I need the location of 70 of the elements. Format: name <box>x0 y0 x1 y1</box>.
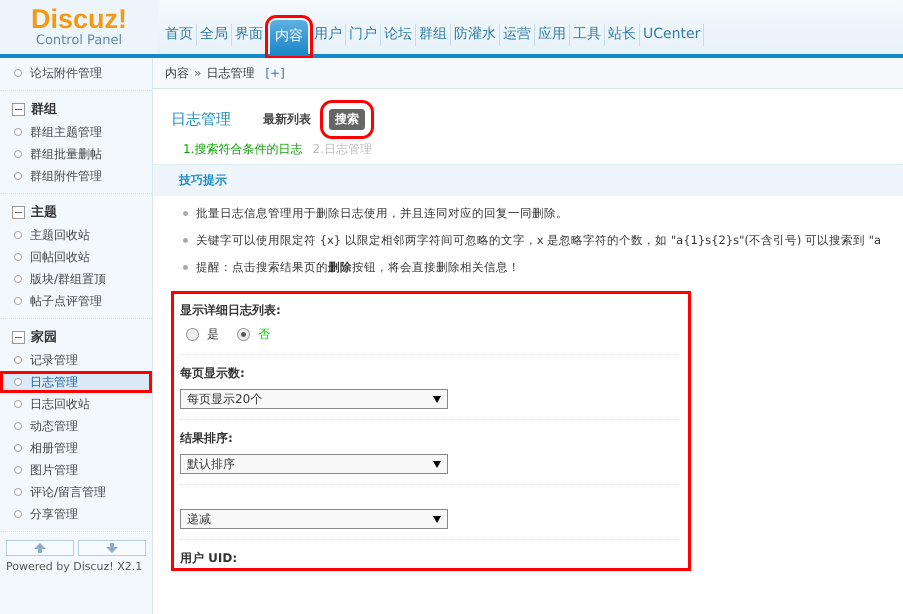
nav-tab[interactable]: 运营 <box>500 24 535 46</box>
sidebar-item[interactable]: 相册管理 <box>0 437 152 459</box>
sidebar-item[interactable]: 评论/留言管理 <box>0 481 152 503</box>
nav-tab[interactable]: 站长 <box>605 24 640 46</box>
field-label: 结果排序: <box>180 430 234 447</box>
radio-button[interactable] <box>186 328 199 341</box>
nav-tab[interactable]: 群组 <box>416 24 451 46</box>
bullet-icon <box>183 238 188 243</box>
nav-tab[interactable]: 门户 <box>346 24 381 46</box>
logo-text: Discuz! <box>30 5 128 33</box>
radio-label: 否 <box>258 326 270 343</box>
dropdown[interactable]: 默认排序 <box>180 454 448 474</box>
tip-text: 批量日志信息管理用于删除日志使用，并且连同对应的回复一同删除。 <box>196 206 568 221</box>
breadcrumb-separator: » <box>194 66 202 80</box>
add-shortcut-link[interactable]: [+] <box>265 66 285 80</box>
collapse-icon[interactable] <box>12 206 25 218</box>
sidebar-item[interactable]: 分享管理 <box>0 503 152 525</box>
sidebar-item[interactable]: 回帖回收站 <box>0 246 152 268</box>
breadcrumb-item: 日志管理 <box>206 64 254 82</box>
sidebar-item[interactable]: 群组批量删帖 <box>0 143 152 165</box>
nav-tab[interactable]: 论坛 <box>381 24 416 46</box>
sidebar-item[interactable]: 论坛附件管理 <box>0 62 152 84</box>
sidebar-group-title: 家园 <box>31 328 57 346</box>
breadcrumb-item[interactable]: 内容 <box>165 64 189 82</box>
sidebar-item[interactable]: 群组主题管理 <box>0 121 152 143</box>
logo-subtitle: Control Panel <box>36 33 122 49</box>
radio-label: 是 <box>207 326 219 343</box>
dropdown[interactable]: 递减 <box>180 509 448 529</box>
nav-tab[interactable]: 界面 <box>232 24 267 46</box>
sidebar-item[interactable]: 日志回收站 <box>0 393 152 415</box>
radio-button[interactable] <box>237 328 250 341</box>
sidebar-item[interactable]: 主题回收站 <box>0 224 152 246</box>
nav-tab[interactable]: 应用 <box>535 24 570 46</box>
page-tab[interactable]: 最新列表 <box>257 108 317 130</box>
nav-tab[interactable]: 防灌水 <box>451 24 500 46</box>
tips-heading: 技巧提示 <box>153 164 903 196</box>
arrow-up-icon <box>34 543 46 553</box>
collapse-icon[interactable] <box>12 102 25 116</box>
nav-tab[interactable]: 工具 <box>570 24 605 46</box>
bullet-icon <box>183 265 188 270</box>
sidebar-group-title: 主题 <box>31 204 57 221</box>
field-label: 每页显示数: <box>180 365 246 382</box>
caret-icon <box>433 516 441 522</box>
nav-tab[interactable]: 用户 <box>311 24 346 46</box>
step-label: 1.搜索符合条件的日志 <box>183 141 302 158</box>
caret-icon <box>433 460 441 468</box>
powered-by-text: Powered by Discuz! X2.1 <box>5 559 144 575</box>
sidebar-item[interactable]: 帖子点评管理 <box>0 290 152 312</box>
arrow-down-icon <box>106 543 118 553</box>
collapse-icon[interactable] <box>12 330 25 344</box>
page-title: 日志管理 <box>171 110 231 128</box>
dropdown[interactable]: 每页显示20个 <box>180 389 448 409</box>
tip-text: 关键字可以使用限定符 {x} 以限定相邻两字符间可忽略的文字，x 是忽略字符的个数，如 "a{1}s{2}s"(不含引号) 可以搜索到 "a <box>196 233 881 248</box>
field-label: 显示详细日志列表: <box>180 302 282 319</box>
sidebar-item[interactable]: 群组附件管理 <box>0 165 152 187</box>
caret-icon <box>433 396 441 402</box>
nav-tab[interactable]: 首页 <box>162 24 197 46</box>
tip-text: 提醒：点击搜索结果页的删除按钮，将会直接删除相关信息！ <box>196 260 520 275</box>
sidebar-item[interactable]: 日志管理 <box>0 371 152 393</box>
sidebar-item[interactable]: 图片管理 <box>0 459 152 481</box>
nav-tab[interactable]: 全局 <box>197 24 232 46</box>
bullet-icon <box>183 211 188 216</box>
field-label: 用户 UID: <box>180 550 238 567</box>
sidebar-group-title: 群组 <box>31 101 57 118</box>
sidebar-item[interactable]: 动态管理 <box>0 415 152 437</box>
sidebar-item[interactable]: 记录管理 <box>0 349 152 371</box>
step-label: 2.日志管理 <box>312 141 372 158</box>
page-tab[interactable]: 搜索 <box>329 108 365 130</box>
sidebar-item[interactable]: 版块/群组置顶 <box>0 268 152 290</box>
nav-tab[interactable]: UCenter <box>640 24 704 46</box>
